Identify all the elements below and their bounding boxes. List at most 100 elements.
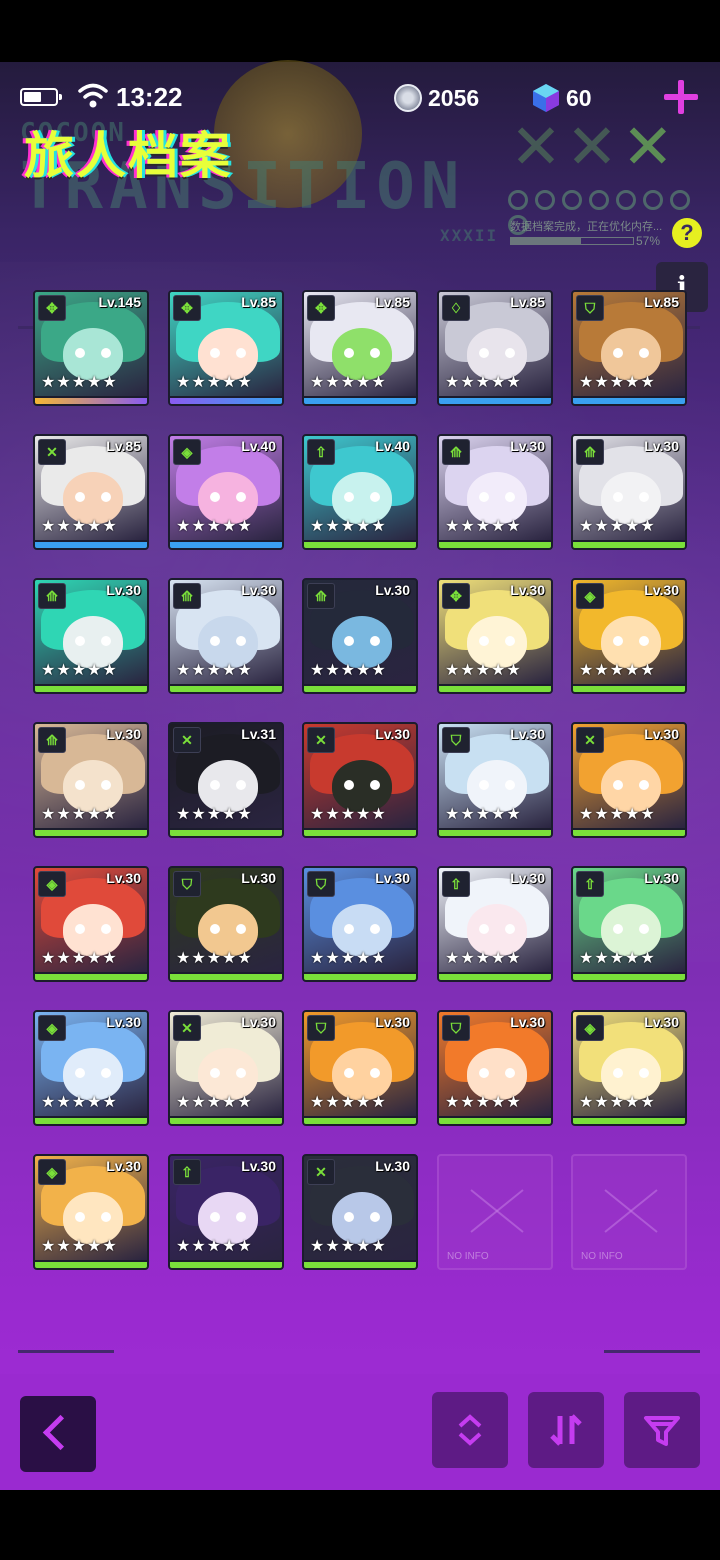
- character-card[interactable]: ◈ Lv.30 ★★★★★: [571, 1010, 687, 1126]
- character-card[interactable]: ⟰ Lv.30 ★★★★★: [571, 434, 687, 550]
- rarity-bar: [304, 1118, 416, 1124]
- level-label: Lv.30: [106, 582, 141, 598]
- up-arrow-icon: ⇧: [307, 439, 335, 465]
- portrait-eye: [479, 780, 489, 790]
- x-placeholder-icon: [604, 1189, 658, 1233]
- rarity-bar: [304, 398, 416, 404]
- character-card[interactable]: ◈ Lv.30 ★★★★★: [571, 578, 687, 694]
- rarity-bar: [170, 542, 282, 548]
- character-card[interactable]: ✕ Lv.30 ★★★★★: [302, 1154, 418, 1270]
- star-rating: ★★★★★: [176, 374, 253, 391]
- star-rating: ★★★★★: [579, 374, 656, 391]
- rarity-bar: [35, 1262, 147, 1268]
- star-rating: ★★★★★: [310, 1238, 387, 1255]
- rarity-bar: [439, 830, 551, 836]
- no-info-label: NO INFO: [581, 1251, 623, 1262]
- portrait-eye: [236, 636, 246, 646]
- portrait-eye: [101, 1212, 111, 1222]
- empty-slot[interactable]: NO INFO: [437, 1154, 553, 1270]
- portrait-eye: [639, 492, 649, 502]
- portrait-eye: [370, 636, 380, 646]
- character-card[interactable]: ◈ Lv.30 ★★★★★: [33, 1154, 149, 1270]
- rarity-bar: [304, 1262, 416, 1268]
- filter-button[interactable]: [624, 1392, 700, 1468]
- character-card[interactable]: ⛉ Lv.30 ★★★★★: [437, 1010, 553, 1126]
- character-card[interactable]: ✥ Lv.85 ★★★★★: [302, 290, 418, 406]
- character-card[interactable]: ⛉ Lv.85 ★★★★★: [571, 290, 687, 406]
- portrait-eye: [344, 1068, 354, 1078]
- divider-right-bottom: [604, 1350, 700, 1353]
- character-card[interactable]: ✕ Lv.30 ★★★★★: [168, 1010, 284, 1126]
- portrait-eye: [75, 1068, 85, 1078]
- character-card[interactable]: ◈ Lv.30 ★★★★★: [33, 1010, 149, 1126]
- portrait-eye: [101, 924, 111, 934]
- portrait-eye: [344, 780, 354, 790]
- spear-icon: ⟰: [38, 583, 66, 609]
- empty-slot[interactable]: NO INFO: [571, 1154, 687, 1270]
- portrait-eye: [210, 636, 220, 646]
- character-card[interactable]: ⇧ Lv.30 ★★★★★: [571, 866, 687, 982]
- swap-sort-icon: [550, 1414, 582, 1446]
- level-label: Lv.85: [510, 294, 545, 310]
- back-button[interactable]: [20, 1396, 96, 1472]
- coin-icon: [394, 84, 422, 112]
- level-label: Lv.30: [241, 870, 276, 886]
- sort-direction-button[interactable]: [528, 1392, 604, 1468]
- level-label: Lv.40: [241, 438, 276, 454]
- portrait-eye: [210, 780, 220, 790]
- star-rating: ★★★★★: [310, 950, 387, 967]
- rarity-bar: [573, 830, 685, 836]
- star-rating: ★★★★★: [176, 950, 253, 967]
- character-card[interactable]: ✕ Lv.30 ★★★★★: [571, 722, 687, 838]
- character-card[interactable]: ✥ Lv.85 ★★★★★: [168, 290, 284, 406]
- character-card[interactable]: ◈ Lv.30 ★★★★★: [33, 866, 149, 982]
- character-card[interactable]: ⟰ Lv.30 ★★★★★: [168, 578, 284, 694]
- portrait-eye: [344, 492, 354, 502]
- character-card[interactable]: ⇧ Lv.30 ★★★★★: [168, 1154, 284, 1270]
- character-card[interactable]: ⇧ Lv.40 ★★★★★: [302, 434, 418, 550]
- portrait-eye: [236, 1212, 246, 1222]
- rarity-bar: [573, 1118, 685, 1124]
- cross-sword-icon: ✕: [38, 439, 66, 465]
- portrait-eye: [370, 348, 380, 358]
- character-card[interactable]: ✥ Lv.145 ★★★★★: [33, 290, 149, 406]
- star-rating: ★★★★★: [176, 662, 253, 679]
- portrait-eye: [101, 492, 111, 502]
- level-label: Lv.30: [241, 1158, 276, 1174]
- character-card[interactable]: ✕ Lv.85 ★★★★★: [33, 434, 149, 550]
- character-card[interactable]: ⛉ Lv.30 ★★★★★: [437, 722, 553, 838]
- star-rating: ★★★★★: [445, 662, 522, 679]
- character-card[interactable]: ⟰ Lv.30 ★★★★★: [33, 722, 149, 838]
- character-card[interactable]: ⟰ Lv.30 ★★★★★: [437, 434, 553, 550]
- character-card[interactable]: ◈ Lv.40 ★★★★★: [168, 434, 284, 550]
- help-button[interactable]: ?: [672, 218, 702, 248]
- character-card[interactable]: ♢ Lv.85 ★★★★★: [437, 290, 553, 406]
- portrait-eye: [75, 348, 85, 358]
- character-card[interactable]: ✕ Lv.31 ★★★★★: [168, 722, 284, 838]
- character-card[interactable]: ⟰ Lv.30 ★★★★★: [302, 578, 418, 694]
- spear-icon: ⟰: [442, 439, 470, 465]
- rarity-bar: [573, 398, 685, 404]
- character-card[interactable]: ✥ Lv.30 ★★★★★: [437, 578, 553, 694]
- spear-icon: ⟰: [38, 727, 66, 753]
- portrait-eye: [75, 780, 85, 790]
- level-label: Lv.40: [375, 438, 410, 454]
- portrait-eye: [613, 780, 623, 790]
- character-card[interactable]: ⛉ Lv.30 ★★★★★: [302, 866, 418, 982]
- character-card[interactable]: ⇧ Lv.30 ★★★★★: [437, 866, 553, 982]
- portrait-eye: [639, 780, 649, 790]
- character-card[interactable]: ⛉ Lv.30 ★★★★★: [302, 1010, 418, 1126]
- portrait-eye: [210, 492, 220, 502]
- character-card[interactable]: ✕ Lv.30 ★★★★★: [302, 722, 418, 838]
- sort-order-button[interactable]: [432, 1392, 508, 1468]
- level-label: Lv.30: [106, 726, 141, 742]
- level-label: Lv.30: [510, 1014, 545, 1030]
- character-card[interactable]: ⟰ Lv.30 ★★★★★: [33, 578, 149, 694]
- portrait-eye: [505, 348, 515, 358]
- portrait-eye: [101, 636, 111, 646]
- character-card[interactable]: ⛉ Lv.30 ★★★★★: [168, 866, 284, 982]
- rarity-bar: [35, 830, 147, 836]
- level-label: Lv.30: [644, 870, 679, 886]
- level-label: Lv.30: [510, 582, 545, 598]
- add-currency-button[interactable]: [664, 80, 698, 114]
